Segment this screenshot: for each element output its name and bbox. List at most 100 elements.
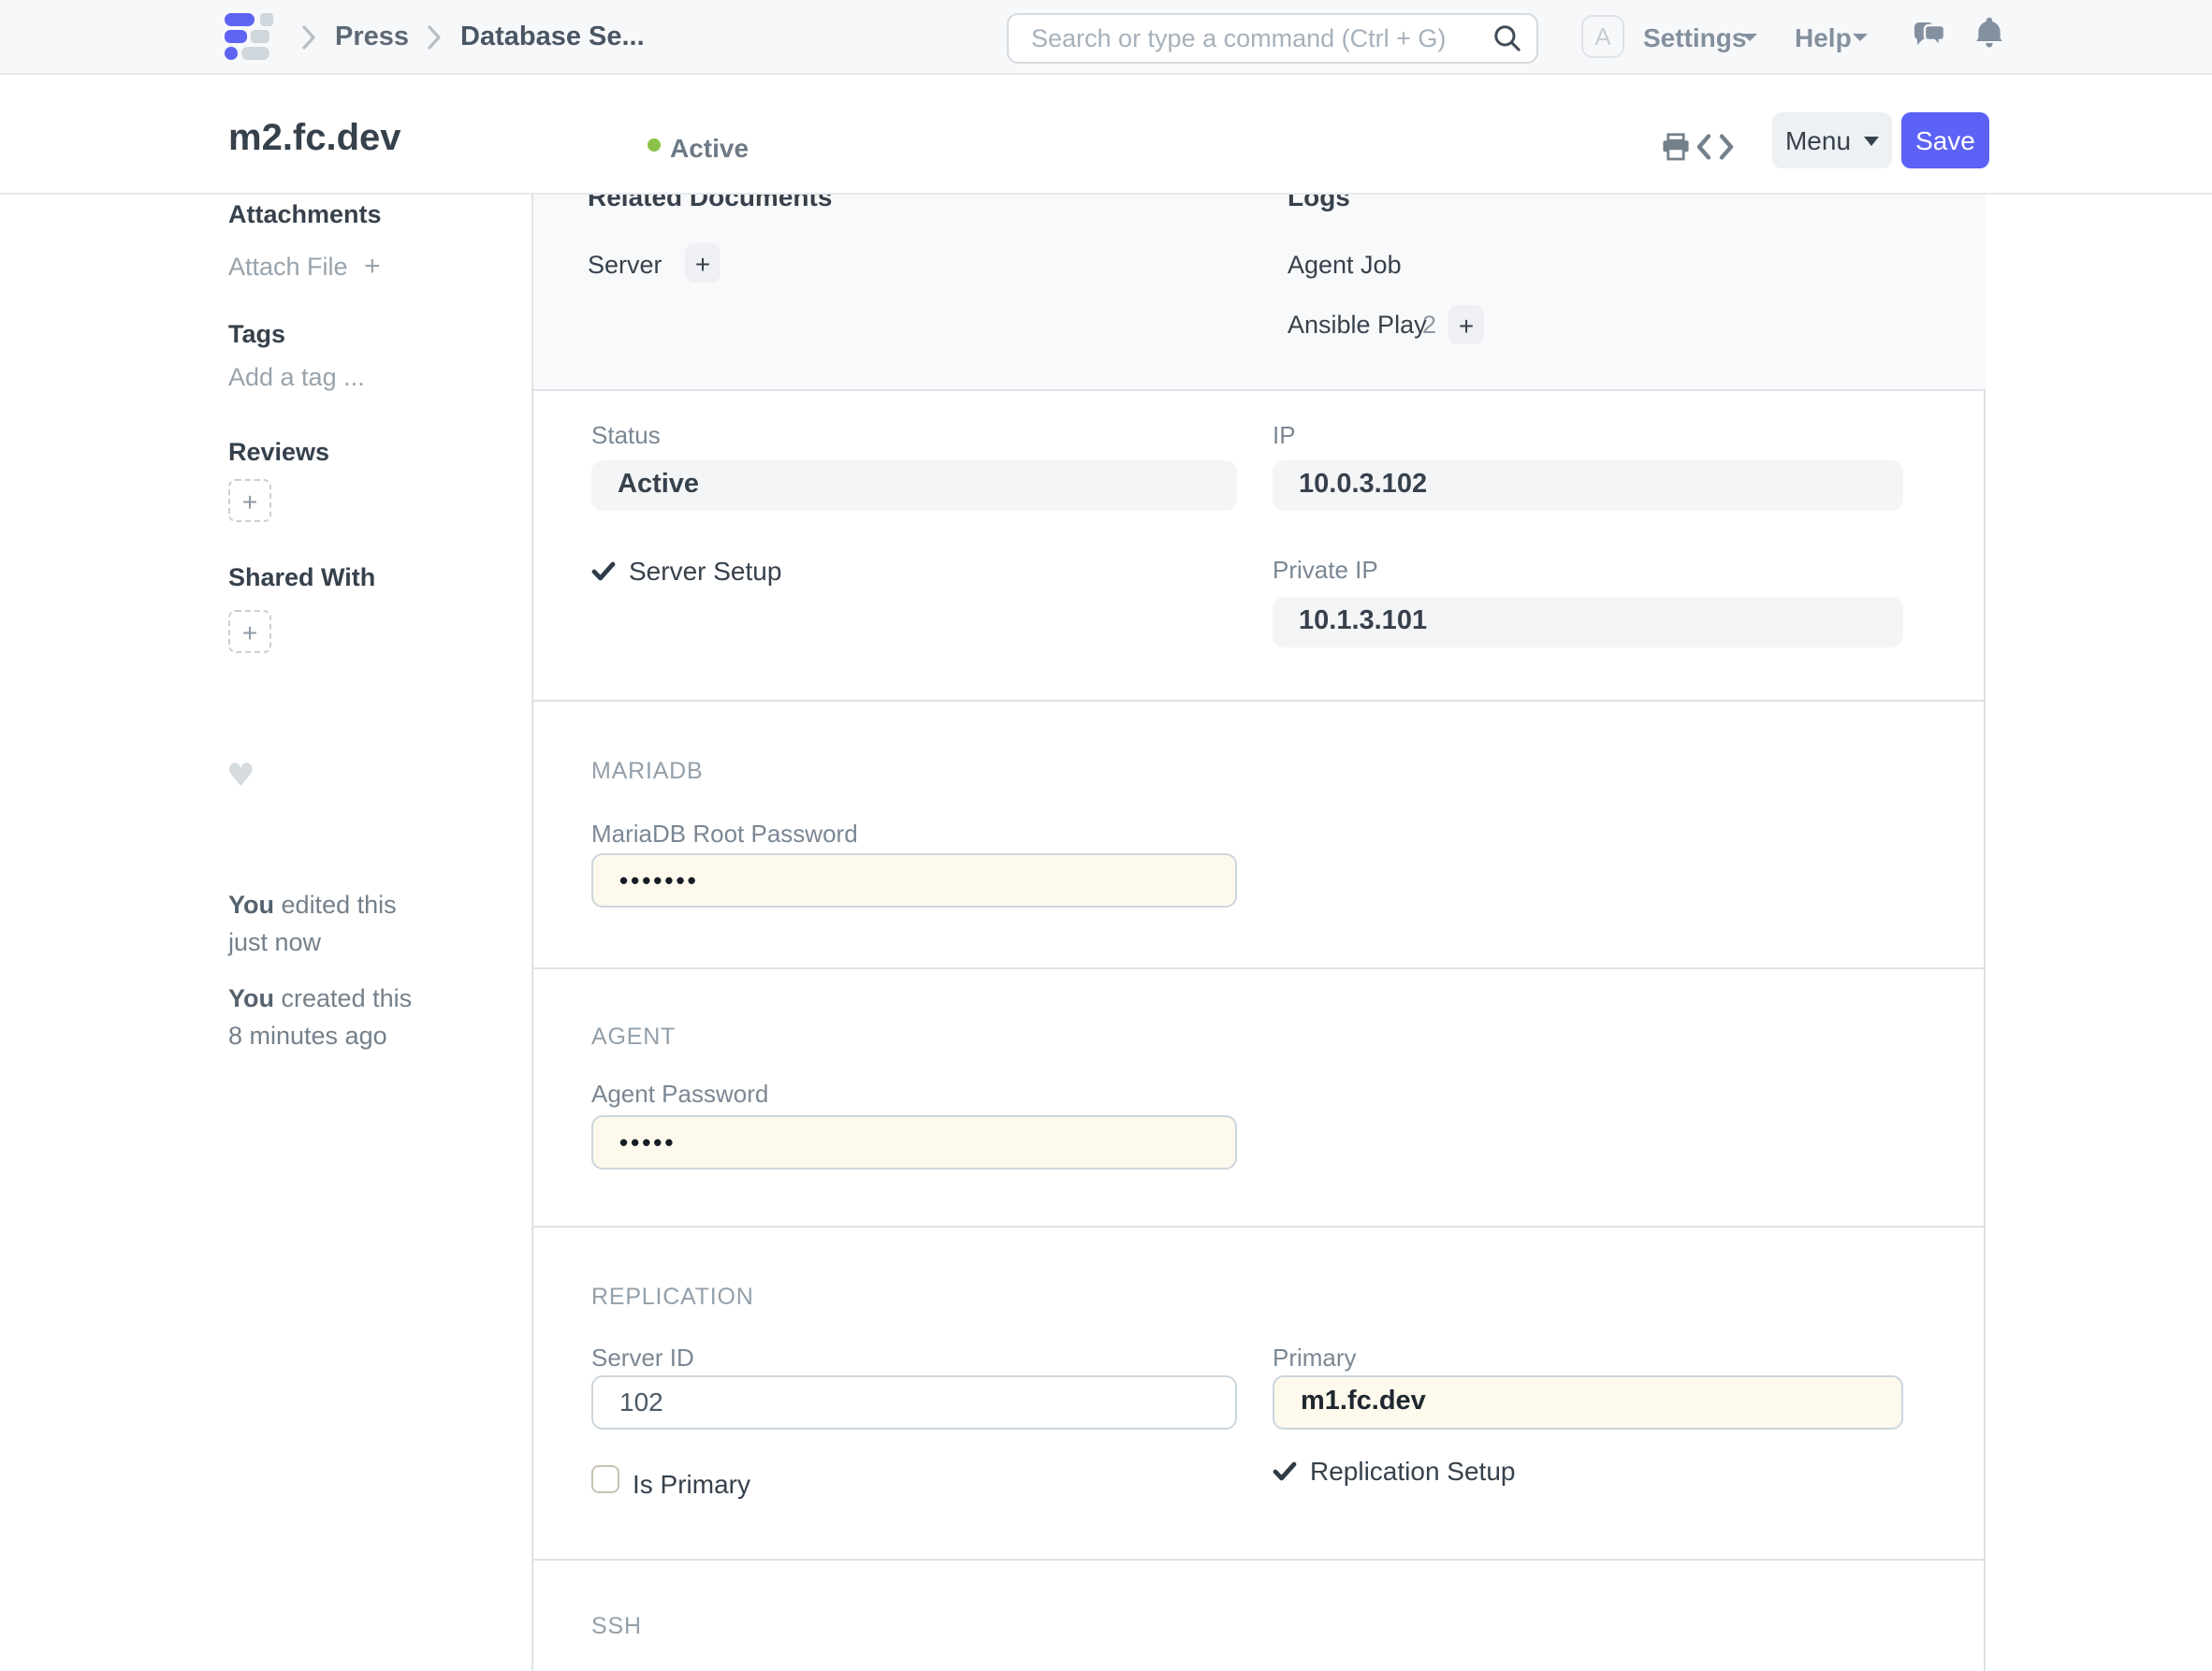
help-caret-icon [1853,34,1868,41]
agent-job-link[interactable]: Agent Job [1288,251,1402,279]
agent-password-label: Agent Password [591,1080,768,1108]
edited-who: You [228,891,274,919]
private-ip-field-value: 10.1.3.101 [1273,597,1903,647]
plus-icon: + [364,251,381,283]
private-ip-field-label: Private IP [1273,556,1378,584]
created-what: created this [282,984,413,1012]
add-ansible-play-button[interactable]: + [1448,305,1484,344]
form-sidebar: Attachments Attach File + Tags Add a tag… [0,195,533,1671]
breadcrumb-press[interactable]: Press [335,0,409,75]
breadcrumb-database-server[interactable]: Database Se... [460,0,645,75]
shared-with-title: Shared With [228,563,375,591]
agent-section-title: AGENT [591,1024,676,1050]
ip-field-value: 10.0.3.102 [1273,460,1903,511]
heart-glyph: ♥ [226,758,255,795]
breadcrumb-chevron-icon [427,24,442,51]
app-window: Press Database Se... A Settings Help m2.… [0,0,2212,1671]
agent-section: AGENT Agent Password ••••• [533,969,1986,1228]
agent-password-input[interactable]: ••••• [591,1115,1237,1170]
plus-icon: + [695,248,710,278]
logo-block [225,13,255,26]
help-label: Help [1795,22,1852,52]
ansible-play-link[interactable]: Ansible Play [1288,311,1427,339]
status-indicator-dot [648,138,661,152]
mariadb-root-password-input[interactable]: ••••••• [591,853,1237,908]
check-icon [1273,1460,1297,1481]
server-id-label: Server ID [591,1344,694,1372]
next-document-icon[interactable] [1718,133,1735,161]
status-field-label: Status [591,421,661,449]
mariadb-section: MARIADB MariaDB Root Password ••••••• [533,702,1986,969]
avatar-letter: A [1594,22,1610,51]
created-when: 8 minutes ago [228,1018,509,1055]
replication-setup-label: Replication Setup [1310,1456,1516,1486]
ip-field-label: IP [1273,421,1296,449]
logo-block [250,30,269,43]
breadcrumb-chevron-icon [301,24,316,51]
primary-label: Primary [1273,1344,1357,1372]
is-primary-checkbox[interactable] [591,1465,619,1493]
ssh-section-title: SSH [591,1613,642,1639]
primary-input[interactable]: m1.fc.dev [1273,1375,1903,1430]
menu-button[interactable]: Menu [1772,112,1892,168]
is-primary-field: Is Primary [633,1469,750,1499]
reviews-title: Reviews [228,438,329,466]
global-search [1007,12,1538,63]
edited-what: edited this [282,891,397,919]
avatar[interactable]: A [1581,15,1624,58]
mariadb-section-title: MARIADB [591,758,704,784]
status-field-value: Active [591,460,1237,511]
add-server-button[interactable]: + [685,243,720,283]
tags-title: Tags [228,320,285,348]
save-button-label: Save [1915,125,1975,155]
search-input[interactable] [1007,12,1538,63]
attach-file-label: Attach File [228,253,348,281]
print-icon[interactable] [1662,133,1690,161]
attach-file-button[interactable]: Attach File + [228,251,381,283]
server-setup-label: Server Setup [629,556,781,586]
save-button[interactable]: Save [1901,112,1989,168]
help-menu[interactable]: Help [1795,0,1852,75]
settings-caret-icon [1742,34,1757,41]
server-setup-check: Server Setup [591,556,781,586]
plus-icon: + [242,617,257,647]
prev-document-icon[interactable] [1695,133,1712,161]
server-id-input[interactable]: 102 [591,1375,1237,1430]
notifications-bell-icon[interactable] [1976,17,2002,49]
settings-menu[interactable]: Settings [1643,0,1746,75]
created-who: You [228,984,274,1012]
search-icon [1493,23,1521,51]
form-dashboard-section: Related Documents Server + Logs Agent Jo… [533,195,1986,391]
chat-icon[interactable] [1913,21,1946,52]
add-tag-input[interactable]: Add a tag ... [228,363,365,391]
navbar: Press Database Se... A Settings Help [0,0,2212,75]
replication-section: REPLICATION Server ID 102 Primary m1.fc.… [533,1228,1986,1561]
created-timeline-entry: You created this 8 minutes ago [228,981,509,1055]
check-icon [591,560,616,581]
status-indicator-label: Active [670,133,749,163]
server-link[interactable]: Server [588,251,662,279]
edited-when: just now [228,924,509,962]
menu-caret-icon [1864,136,1879,145]
mariadb-root-password-label: MariaDB Root Password [591,820,858,848]
ansible-play-count: 2 [1422,311,1436,339]
page-header: m2.fc.dev Active Menu Save [0,75,2212,195]
logo-block [225,30,246,43]
ssh-section: SSH [533,1561,1986,1671]
plus-icon: + [1459,310,1474,340]
replication-section-title: REPLICATION [591,1284,754,1310]
attachments-title: Attachments [228,200,382,228]
logo-block [240,47,269,60]
is-primary-label: Is Primary [633,1469,750,1499]
page-title: m2.fc.dev [228,114,401,165]
settings-label: Settings [1643,22,1746,52]
replication-setup-check: Replication Setup [1273,1456,1516,1486]
app-logo[interactable] [225,13,271,62]
add-review-button[interactable]: + [228,479,271,522]
logo-block [259,13,272,26]
like-heart-icon[interactable]: ♥ [226,762,255,793]
add-share-button[interactable]: + [228,610,271,653]
logo-block [225,47,238,60]
form-body: Related Documents Server + Logs Agent Jo… [533,195,1986,1671]
edited-timeline-entry: You edited this just now [228,887,509,962]
